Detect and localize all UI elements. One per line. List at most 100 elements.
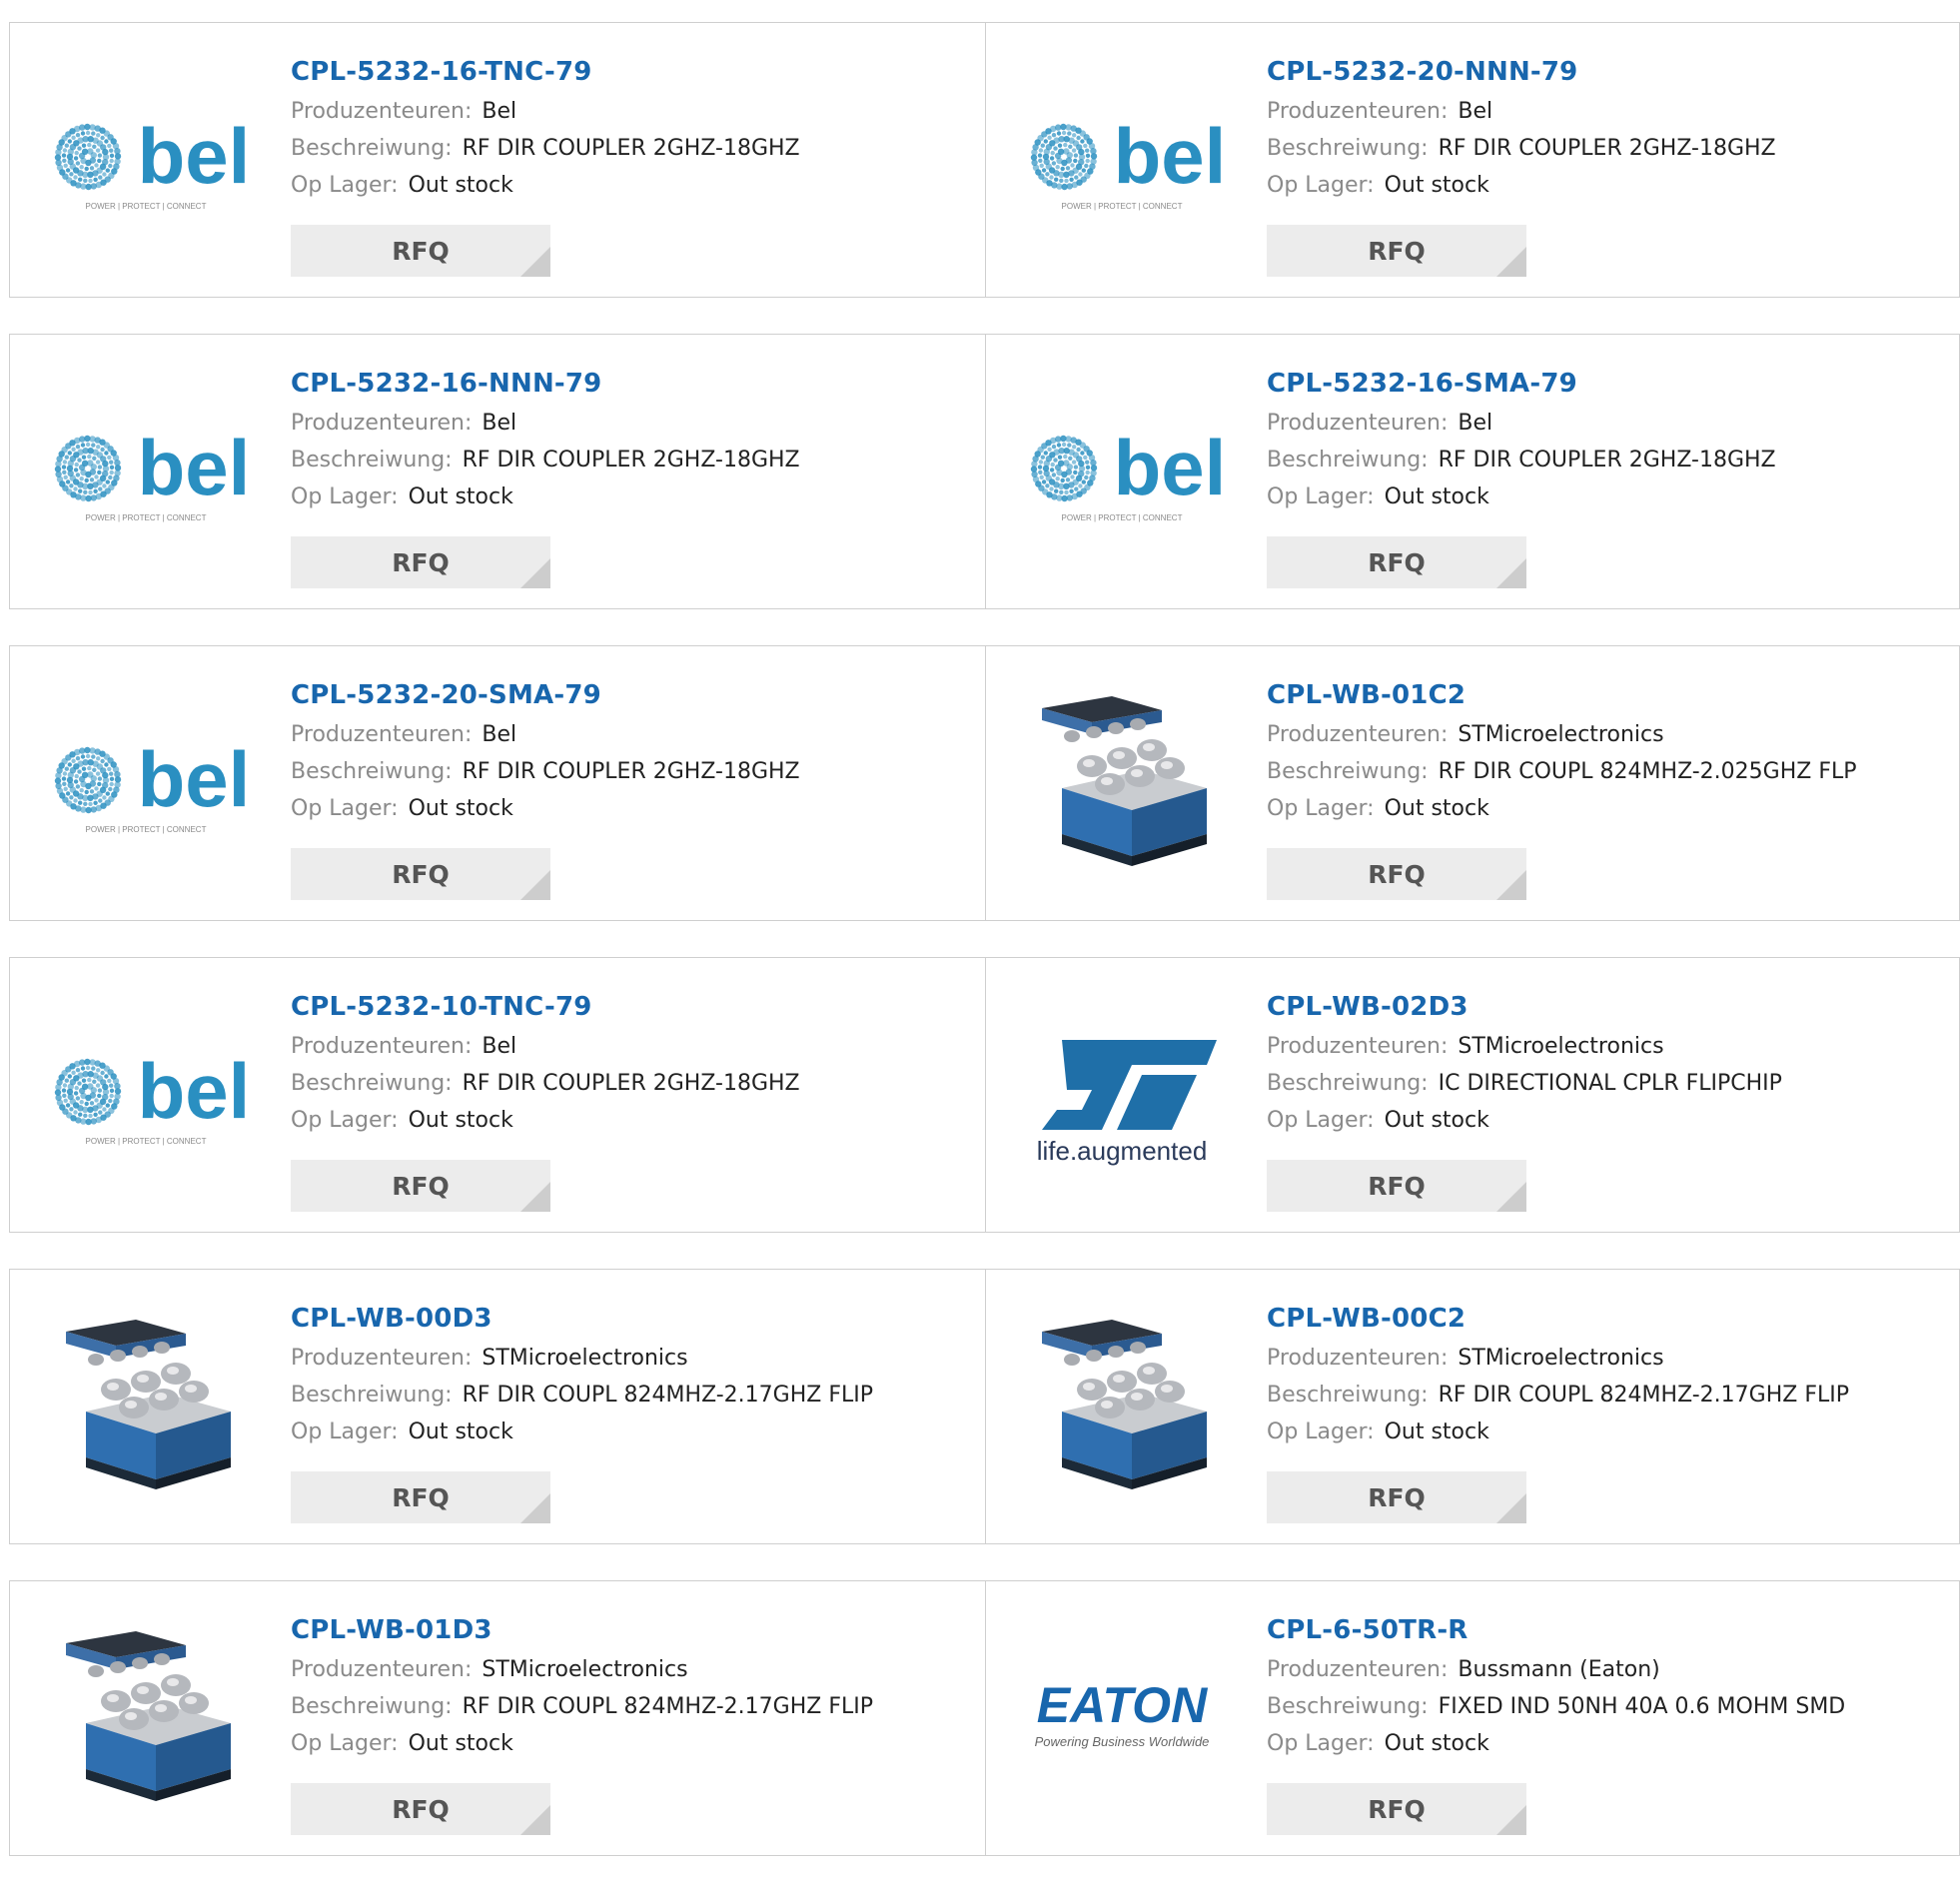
- manufacturer-logo[interactable]: life.augmented: [1022, 1000, 1222, 1190]
- rfq-button[interactable]: RFQ: [291, 848, 550, 900]
- manufacturer-label: Produzenteuren:: [291, 411, 473, 436]
- description-label: Beschreiwung:: [291, 1071, 453, 1096]
- part-number-link[interactable]: CPL-5232-16-SMA-79: [1267, 363, 1939, 405]
- part-number-link[interactable]: CPL-5232-10-TNC-79: [291, 986, 965, 1028]
- product-card: CPL-WB-00C2 Produzenteuren: STMicroelectr…: [986, 1269, 1960, 1544]
- manufacturer-logo[interactable]: bel POWER | PROTECT | CONNECT: [46, 377, 246, 566]
- rfq-button[interactable]: RFQ: [1267, 1160, 1526, 1212]
- manufacturer-logo[interactable]: bel POWER | PROTECT | CONNECT: [46, 1000, 246, 1190]
- part-number-link[interactable]: CPL-WB-01D3: [291, 1609, 965, 1651]
- rfq-corner-decoration: [520, 1182, 550, 1212]
- manufacturer-row: Produzenteuren: STMicroelectronics: [291, 1340, 965, 1377]
- product-row: CPL-WB-01D3 Produzenteuren: STMicroelectr…: [9, 1580, 1960, 1856]
- stock-label: Op Lager:: [1267, 1419, 1375, 1444]
- description-row: Beschreiwung: RF DIR COUPL 824MHZ-2.17GHZ…: [1267, 1377, 1939, 1414]
- rfq-button[interactable]: RFQ: [291, 536, 550, 588]
- manufacturer-logo[interactable]: bel POWER | PROTECT | CONNECT: [1022, 65, 1222, 255]
- description-value: RF DIR COUPL 824MHZ-2.17GHZ FLIP: [1438, 1383, 1849, 1408]
- manufacturer-label: Produzenteuren:: [291, 99, 473, 124]
- bel-logo-text: bel: [138, 735, 246, 823]
- part-number-link[interactable]: CPL-WB-00D3: [291, 1298, 965, 1340]
- stock-label: Op Lager:: [1267, 173, 1375, 198]
- rfq-label: RFQ: [392, 1794, 450, 1824]
- description-row: Beschreiwung: RF DIR COUPLER 2GHZ-18GHZ: [1267, 442, 1939, 478]
- description-row: Beschreiwung: RF DIR COUPLER 2GHZ-18GHZ: [291, 753, 965, 790]
- part-number-link[interactable]: CPL-5232-16-NNN-79: [291, 363, 965, 405]
- part-number-link[interactable]: CPL-5232-20-SMA-79: [291, 674, 965, 716]
- manufacturer-logo[interactable]: bel POWER | PROTECT | CONNECT: [1022, 377, 1222, 566]
- part-number-link[interactable]: CPL-WB-01C2: [1267, 674, 1939, 716]
- rfq-button[interactable]: RFQ: [291, 1471, 550, 1523]
- product-card: CPL-WB-01C2 Produzenteuren: STMicroelectr…: [986, 645, 1960, 921]
- stock-value: Out stock: [1384, 796, 1489, 821]
- product-card: bel POWER | PROTECT | CONNECT CPL-5232-2…: [9, 645, 986, 921]
- stock-label: Op Lager:: [291, 796, 399, 821]
- stock-value: Out stock: [1384, 484, 1489, 509]
- bel-logo-text: bel: [1114, 112, 1222, 200]
- manufacturer-logo[interactable]: EATON Powering Business Worldwide: [1022, 1623, 1222, 1813]
- manufacturer-logo[interactable]: [1022, 1312, 1222, 1501]
- st-logo-tagline: life.augmented: [1037, 1136, 1208, 1166]
- rfq-button[interactable]: RFQ: [1267, 225, 1526, 277]
- description-row: Beschreiwung: RF DIR COUPLER 2GHZ-18GHZ: [1267, 130, 1939, 167]
- rfq-button[interactable]: RFQ: [1267, 848, 1526, 900]
- rfq-button[interactable]: RFQ: [1267, 536, 1526, 588]
- product-row: bel POWER | PROTECT | CONNECT CPL-5232-2…: [9, 645, 1960, 921]
- rfq-corner-decoration: [520, 870, 550, 900]
- manufacturer-logo[interactable]: [46, 1312, 246, 1501]
- manufacturer-row: Produzenteuren: STMicroelectronics: [1267, 1340, 1939, 1377]
- manufacturer-value: Bel: [482, 99, 517, 124]
- stock-label: Op Lager:: [291, 1731, 399, 1756]
- stock-label: Op Lager:: [1267, 1108, 1375, 1133]
- rfq-button[interactable]: RFQ: [291, 1783, 550, 1835]
- rfq-corner-decoration: [520, 558, 550, 588]
- stock-value: Out stock: [1384, 173, 1489, 198]
- manufacturer-row: Produzenteuren: Bel: [291, 405, 965, 442]
- manufacturer-value: STMicroelectronics: [1458, 1034, 1664, 1059]
- eaton-logo-text: EATON: [1037, 1678, 1208, 1733]
- stock-value: Out stock: [1384, 1419, 1489, 1444]
- rfq-label: RFQ: [392, 1171, 450, 1201]
- stock-value: Out stock: [408, 173, 513, 198]
- stock-value: Out stock: [408, 1731, 513, 1756]
- description-value: RF DIR COUPL 824MHZ-2.17GHZ FLIP: [462, 1383, 873, 1408]
- rfq-button[interactable]: RFQ: [291, 225, 550, 277]
- description-label: Beschreiwung:: [1267, 1694, 1429, 1719]
- manufacturer-logo[interactable]: [1022, 688, 1222, 878]
- manufacturer-logo[interactable]: bel POWER | PROTECT | CONNECT: [46, 688, 246, 878]
- rfq-button[interactable]: RFQ: [1267, 1783, 1526, 1835]
- rfq-label: RFQ: [1368, 236, 1426, 266]
- manufacturer-label: Produzenteuren:: [1267, 1346, 1449, 1371]
- description-value: IC DIRECTIONAL CPLR FLIPCHIP: [1438, 1071, 1782, 1096]
- rfq-label: RFQ: [392, 236, 450, 266]
- part-number-link[interactable]: CPL-WB-00C2: [1267, 1298, 1939, 1340]
- description-row: Beschreiwung: RF DIR COUPL 824MHZ-2.17GHZ…: [291, 1377, 965, 1414]
- chip-package-graphic: [1042, 696, 1207, 866]
- stock-row: Op Lager: Out stock: [1267, 1414, 1939, 1450]
- bel-logo-text: bel: [1114, 424, 1222, 511]
- stock-label: Op Lager:: [291, 173, 399, 198]
- manufacturer-value: Bel: [482, 1034, 517, 1059]
- product-info: CPL-WB-00D3 Produzenteuren: STMicroelectr…: [291, 1298, 965, 1450]
- manufacturer-logo[interactable]: bel POWER | PROTECT | CONNECT: [46, 65, 246, 255]
- stock-value: Out stock: [1384, 1731, 1489, 1756]
- manufacturer-value: STMicroelectronics: [1458, 1346, 1664, 1371]
- rfq-label: RFQ: [1368, 1794, 1426, 1824]
- rfq-corner-decoration: [520, 1805, 550, 1835]
- rfq-corner-decoration: [1496, 558, 1526, 588]
- rfq-label: RFQ: [1368, 1482, 1426, 1512]
- description-label: Beschreiwung:: [1267, 759, 1429, 784]
- rfq-button[interactable]: RFQ: [1267, 1471, 1526, 1523]
- product-info: CPL-5232-16-TNC-79 Produzenteuren: Bel Be…: [291, 51, 965, 204]
- part-number-link[interactable]: CPL-5232-20-NNN-79: [1267, 51, 1939, 93]
- product-info: CPL-6-50TR-R Produzenteuren: Bussmann (Ea…: [1267, 1609, 1939, 1762]
- description-row: Beschreiwung: RF DIR COUPL 824MHZ-2.025GH…: [1267, 753, 1939, 790]
- part-number-link[interactable]: CPL-WB-02D3: [1267, 986, 1939, 1028]
- part-number-link[interactable]: CPL-5232-16-TNC-79: [291, 51, 965, 93]
- part-number-link[interactable]: CPL-6-50TR-R: [1267, 1609, 1939, 1651]
- manufacturer-logo[interactable]: [46, 1623, 246, 1813]
- product-info: CPL-5232-20-SMA-79 Produzenteuren: Bel Be…: [291, 674, 965, 827]
- stock-row: Op Lager: Out stock: [291, 1725, 965, 1762]
- rfq-button[interactable]: RFQ: [291, 1160, 550, 1212]
- manufacturer-row: Produzenteuren: Bel: [1267, 405, 1939, 442]
